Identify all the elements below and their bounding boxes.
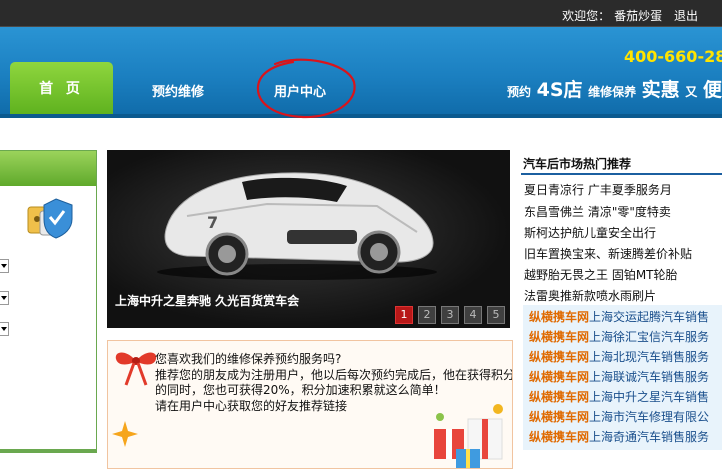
promo-text-3: 维修保养 <box>588 85 637 99</box>
dealer-name[interactable]: 上海联诚汽车销售服务 <box>589 370 709 384</box>
hot-item[interactable]: 东昌雪佛兰 清凉"零"度特卖 <box>524 203 671 220</box>
hot-item[interactable]: 旧车置换宝来、新速腾差价补贴 <box>524 245 692 262</box>
username-link[interactable]: 番茄炒蛋 <box>614 9 662 23</box>
dealer-row[interactable]: 纵横携车网上海中升之星汽车销售 <box>529 388 709 405</box>
banner-page-2[interactable]: 2 <box>418 306 436 324</box>
left-panel <box>0 150 97 450</box>
nav-bottom-line <box>0 114 722 118</box>
dealer-row[interactable]: 纵横携车网上海联诚汽车销售服务 <box>529 368 709 385</box>
svg-text:7: 7 <box>207 213 218 232</box>
promo-slogan: 预约 4S店 维修保养 实惠 又 便 <box>507 75 722 102</box>
dealer-row[interactable]: 纵横携车网上海市汽车修理有限公 <box>529 408 709 425</box>
welcome-label: 欢迎您： <box>562 9 611 23</box>
white-sports-car-image: 7 <box>157 172 437 280</box>
hot-recommend-title: 汽车后市场热门推荐 <box>523 157 632 171</box>
promo-text-1: 预约 <box>507 85 532 99</box>
referral-line-2: 推荐您的朋友成为注册用户，他以后每次预约完成后，他在获得积分 <box>155 367 513 382</box>
dropdown-arrow-1[interactable] <box>0 259 9 273</box>
referral-line-1: 您喜欢我们的维修保养预约服务吗? <box>155 352 342 366</box>
logout-link[interactable]: 退出 <box>674 9 698 23</box>
hotline-phone: 400-660-28 <box>624 47 722 66</box>
dealer-name[interactable]: 上海市汽车修理有限公 <box>589 410 709 424</box>
dealer-name[interactable]: 上海交运起腾汽车销售 <box>589 310 709 324</box>
dropdown-arrow-2[interactable] <box>0 291 9 305</box>
dealer-name[interactable]: 上海奇通汽车销售服务 <box>589 430 709 444</box>
hot-item[interactable]: 越野胎无畏之王 固铂MT轮胎 <box>524 266 678 283</box>
dealer-tag: 纵横携车网 <box>529 370 590 384</box>
dealer-name[interactable]: 上海徐汇宝信汽车服务 <box>589 330 709 344</box>
dealer-tag: 纵横携车网 <box>529 330 590 344</box>
star-sparkle-icon <box>112 421 138 447</box>
red-ribbon-bow-icon <box>115 352 157 386</box>
promo-text-6: 便 <box>702 79 722 101</box>
banner-page-4[interactable]: 4 <box>464 306 482 324</box>
dealer-tag: 纵横携车网 <box>529 430 590 444</box>
dealer-name[interactable]: 上海中升之星汽车销售 <box>589 390 709 404</box>
banner-page-1[interactable]: 1 <box>395 306 413 324</box>
tab-home[interactable]: 首 页 <box>10 62 113 114</box>
gift-boxes-image <box>434 404 503 468</box>
welcome-area: 欢迎您： 番茄炒蛋 退出 <box>558 7 698 24</box>
hot-item[interactable]: 法雷奥推新款喷水雨刷片 <box>524 287 656 304</box>
dealer-tag: 纵横携车网 <box>529 390 590 404</box>
promo-text-2: 4S店 <box>536 79 583 101</box>
left-panel-bottom-border <box>0 450 97 453</box>
dealer-row[interactable]: 纵横携车网上海交运起腾汽车销售 <box>529 308 709 325</box>
dealer-tag: 纵横携车网 <box>529 350 590 364</box>
promo-text-4: 实惠 <box>641 79 680 101</box>
security-lock-icon <box>27 198 73 239</box>
referral-promo-box: 您喜欢我们的维修保养预约服务吗? 推荐您的朋友成为注册用户，他以后每次预约完成后… <box>107 340 513 469</box>
dealer-tag: 纵横携车网 <box>529 410 590 424</box>
top-bar: 欢迎您： 番茄炒蛋 退出 <box>0 0 722 27</box>
tab-booking-repair[interactable]: 预约维修 <box>152 81 204 100</box>
banner-caption[interactable]: 上海中升之星奔驰 久光百货赏车会 <box>115 292 299 309</box>
dealer-row[interactable]: 纵横携车网上海北现汽车销售服务 <box>529 348 709 365</box>
tab-user-center[interactable]: 用户中心 <box>274 81 326 100</box>
dealer-tag: 纵横携车网 <box>529 310 590 324</box>
dealer-row[interactable]: 纵横携车网上海徐汇宝信汽车服务 <box>529 328 709 345</box>
main-nav: 400-660-28 首 页 预约维修 用户中心 预约 4S店 维修保养 实惠 … <box>0 27 722 118</box>
hot-title-underline <box>521 173 722 175</box>
banner-page-3[interactable]: 3 <box>441 306 459 324</box>
dealer-name[interactable]: 上海北现汽车销售服务 <box>589 350 709 364</box>
hot-item[interactable]: 斯柯达护航儿童安全出行 <box>524 224 656 241</box>
promo-text-5: 又 <box>685 85 698 99</box>
banner-slideshow[interactable]: 7 上海中升之星奔驰 久光百货赏车会 <box>107 150 510 328</box>
left-panel-header <box>0 151 96 186</box>
dealer-row[interactable]: 纵横携车网上海奇通汽车销售服务 <box>529 428 709 445</box>
dropdown-arrow-3[interactable] <box>0 322 9 336</box>
hot-item[interactable]: 夏日青凉行 广丰夏季服务月 <box>524 181 672 198</box>
banner-page-5[interactable]: 5 <box>487 306 505 324</box>
